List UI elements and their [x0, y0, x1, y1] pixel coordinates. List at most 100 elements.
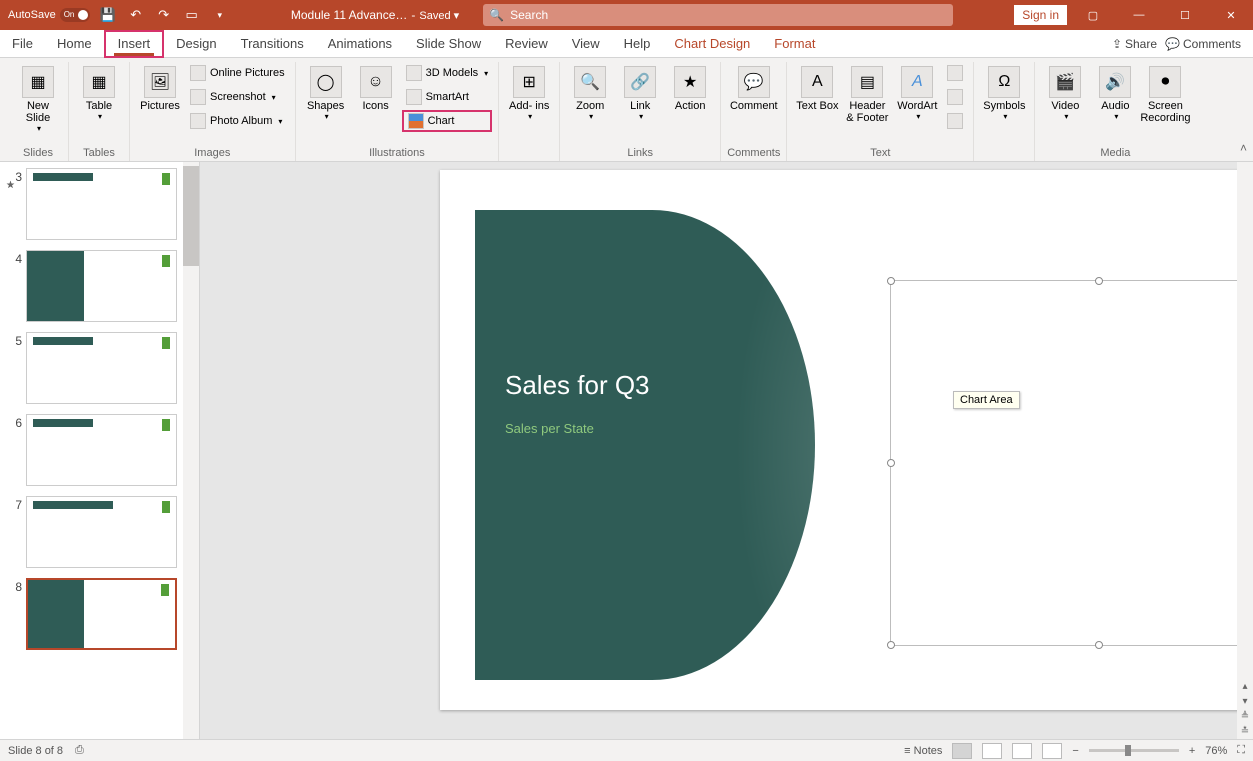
- group-comments-label: Comments: [727, 147, 780, 161]
- slide-number-button[interactable]: [943, 86, 967, 108]
- slide-scrollbar[interactable]: ▴ ▾ ≜ ≛: [1237, 162, 1253, 739]
- thumbnail-5[interactable]: 5 ★: [4, 332, 195, 404]
- slide-counter[interactable]: Slide 8 of 8: [8, 745, 63, 757]
- save-status[interactable]: Saved ▾: [419, 9, 459, 22]
- tab-file[interactable]: File: [0, 30, 45, 58]
- screen-recording-button[interactable]: ⏺Screen Recording: [1141, 62, 1189, 128]
- accessibility-icon[interactable]: ⎙: [75, 744, 84, 757]
- text-box-button[interactable]: AText Box: [793, 62, 841, 116]
- share-button[interactable]: ⇪ Share: [1112, 37, 1157, 51]
- action-icon: ★: [674, 66, 706, 98]
- group-text-label: Text: [870, 147, 890, 161]
- wordart-button[interactable]: AWordArt▾: [893, 62, 941, 125]
- tab-view[interactable]: View: [560, 30, 612, 58]
- online-pictures-icon: [190, 65, 206, 81]
- photo-album-icon: [190, 113, 206, 129]
- zoom-slider[interactable]: [1089, 749, 1179, 752]
- ribbon-display-options-icon[interactable]: ▢: [1073, 0, 1113, 30]
- document-title[interactable]: Module 11 Advance…: [291, 8, 408, 22]
- minimize-button[interactable]: —: [1119, 0, 1159, 30]
- close-button[interactable]: ✕: [1211, 0, 1251, 30]
- start-from-beginning-icon[interactable]: ▭: [182, 5, 202, 25]
- thumbnail-scrollbar[interactable]: [183, 162, 199, 739]
- next-slide-icon[interactable]: ≛: [1241, 726, 1249, 737]
- notes-button[interactable]: ≡ Notes: [904, 745, 942, 757]
- thumbnail-6[interactable]: 6: [4, 414, 195, 486]
- new-slide-button[interactable]: ▦New Slide▾: [14, 62, 62, 137]
- slideshow-view-button[interactable]: [1042, 743, 1062, 759]
- smartart-button[interactable]: SmartArt: [402, 86, 493, 108]
- collapse-ribbon-icon[interactable]: ˄: [1240, 141, 1247, 155]
- photo-album-button[interactable]: Photo Album▾: [186, 110, 289, 132]
- sign-in-button[interactable]: Sign in: [1014, 5, 1067, 25]
- save-icon[interactable]: 💾: [98, 5, 118, 25]
- maximize-button[interactable]: ☐: [1165, 0, 1205, 30]
- tab-help[interactable]: Help: [612, 30, 663, 58]
- chart-button[interactable]: Chart: [402, 110, 493, 132]
- action-button[interactable]: ★Action: [666, 62, 714, 116]
- object-button[interactable]: [943, 110, 967, 132]
- date-time-button[interactable]: [943, 62, 967, 84]
- tab-format[interactable]: Format: [762, 30, 827, 58]
- thumbnail-8[interactable]: 8: [4, 578, 195, 650]
- scroll-up-icon[interactable]: ▴: [1242, 681, 1247, 692]
- online-pictures-button[interactable]: Online Pictures: [186, 62, 289, 84]
- zoom-out-button[interactable]: −: [1072, 745, 1078, 757]
- fit-to-window-button[interactable]: ⛶: [1237, 744, 1245, 757]
- autosave-toggle[interactable]: AutoSave On: [8, 8, 90, 22]
- tab-chart-design[interactable]: Chart Design: [662, 30, 762, 58]
- tab-review[interactable]: Review: [493, 30, 560, 58]
- zoom-level[interactable]: 76%: [1205, 745, 1227, 757]
- tab-animations[interactable]: Animations: [316, 30, 404, 58]
- zoom-button[interactable]: 🔍Zoom▾: [566, 62, 614, 125]
- tab-design[interactable]: Design: [164, 30, 228, 58]
- slide-sorter-view-button[interactable]: [982, 743, 1002, 759]
- tab-home[interactable]: Home: [45, 30, 104, 58]
- resize-handle[interactable]: [887, 277, 895, 285]
- chart-placeholder[interactable]: Chart Area: [890, 280, 1253, 646]
- pictures-button[interactable]: 🖼Pictures: [136, 62, 184, 116]
- tab-transitions[interactable]: Transitions: [229, 30, 316, 58]
- icons-button[interactable]: ☺Icons: [352, 62, 400, 116]
- search-icon: 🔍: [489, 8, 504, 22]
- undo-icon[interactable]: ↶: [126, 5, 146, 25]
- tab-slideshow[interactable]: Slide Show: [404, 30, 493, 58]
- title-sep: -: [411, 8, 415, 22]
- resize-handle[interactable]: [887, 641, 895, 649]
- prev-slide-icon[interactable]: ≜: [1241, 711, 1249, 722]
- link-button[interactable]: 🔗Link▾: [616, 62, 664, 125]
- shapes-button[interactable]: ◯Shapes▾: [302, 62, 350, 125]
- thumbnail-3[interactable]: 3: [4, 168, 195, 240]
- group-illustrations-label: Illustrations: [369, 147, 425, 161]
- qat-dropdown-icon[interactable]: ▾: [210, 5, 230, 25]
- resize-handle[interactable]: [1095, 641, 1103, 649]
- thumbnail-panel: 3 4 ★ 5 ★ 6 7 8: [0, 162, 200, 739]
- symbols-button[interactable]: ΩSymbols▾: [980, 62, 1028, 125]
- zoom-in-button[interactable]: +: [1189, 745, 1195, 757]
- scroll-down-icon[interactable]: ▾: [1242, 696, 1247, 707]
- reading-view-button[interactable]: [1012, 743, 1032, 759]
- header-footer-button[interactable]: ▤Header & Footer: [843, 62, 891, 128]
- thumbnail-4[interactable]: 4 ★: [4, 250, 195, 322]
- search-box[interactable]: 🔍: [483, 4, 953, 26]
- comment-button[interactable]: 💬Comment: [730, 62, 778, 116]
- redo-icon[interactable]: ↷: [154, 5, 174, 25]
- tab-insert[interactable]: Insert: [104, 30, 165, 58]
- slide-area: Sales for Q3 Sales per State Chart Area …: [200, 162, 1253, 739]
- resize-handle[interactable]: [887, 459, 895, 467]
- 3d-models-button[interactable]: 3D Models▾: [402, 62, 493, 84]
- audio-button[interactable]: 🔊Audio▾: [1091, 62, 1139, 125]
- autosave-label: AutoSave: [8, 9, 56, 21]
- table-button[interactable]: ▦Table▾: [75, 62, 123, 125]
- screenshot-button[interactable]: Screenshot▾: [186, 86, 289, 108]
- comments-button[interactable]: 💬 Comments: [1165, 37, 1241, 51]
- slide-subtitle[interactable]: Sales per State: [505, 421, 785, 436]
- search-input[interactable]: [510, 8, 947, 22]
- normal-view-button[interactable]: [952, 743, 972, 759]
- header-footer-icon: ▤: [851, 66, 883, 98]
- thumbnail-7[interactable]: 7: [4, 496, 195, 568]
- addins-button[interactable]: ⊞Add- ins▾: [505, 62, 553, 125]
- video-button[interactable]: 🎬Video▾: [1041, 62, 1089, 125]
- resize-handle[interactable]: [1095, 277, 1103, 285]
- slide-title[interactable]: Sales for Q3: [505, 370, 785, 401]
